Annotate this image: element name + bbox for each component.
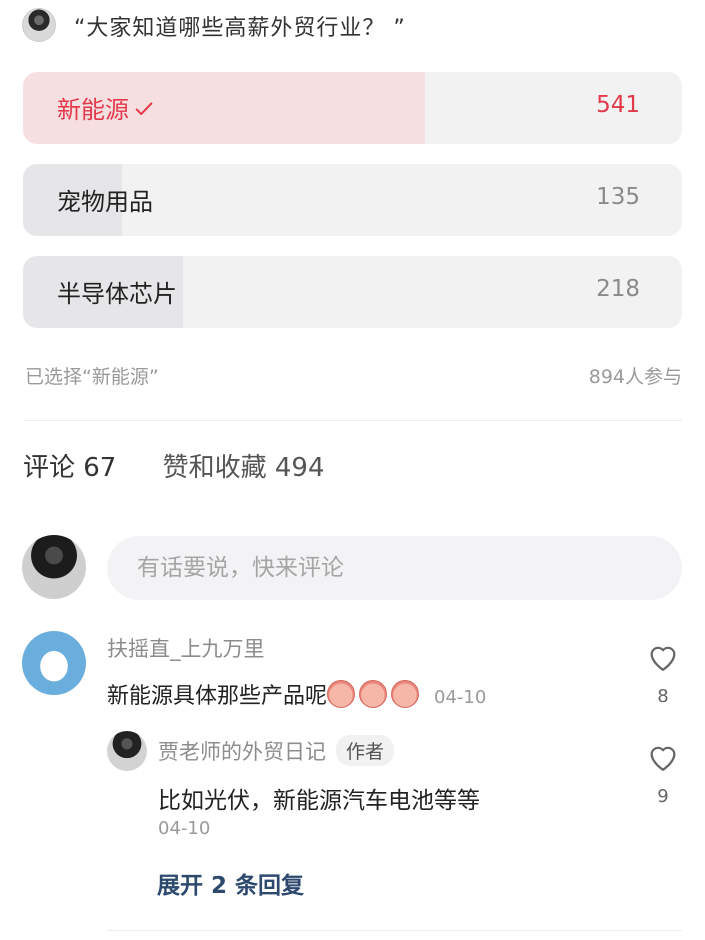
current-user-avatar[interactable] [22, 535, 86, 599]
poll-question: “大家知道哪些高薪外贸行业？ ” [74, 16, 406, 41]
reply-text: 比如光伏，新能源汽车电池等等 [158, 788, 480, 814]
comment-username[interactable]: 扶摇直_上九万里 [107, 633, 265, 663]
poll-option-count: 135 [596, 184, 640, 210]
crying-face-icon [327, 680, 356, 708]
poll-option-label: 新能源 [57, 90, 155, 125]
poll-option-new-energy[interactable]: 新能源 541 [23, 72, 682, 144]
reply-author-avatar[interactable] [107, 731, 147, 771]
poll-option-count: 218 [596, 276, 640, 302]
like-heart-icon[interactable] [646, 741, 680, 773]
poll-option-label: 半导体芯片 [57, 280, 177, 308]
like-heart-icon[interactable] [646, 641, 680, 673]
poll-option-count: 541 [596, 92, 640, 118]
crying-face-icon [359, 680, 388, 708]
like-count: 8 [657, 686, 669, 707]
comment-text-body: 新能源具体那些产品呢 [107, 684, 328, 709]
comment-text: 新能源具体那些产品呢 04-10 [107, 678, 486, 710]
comment-tabs: 评论 67 赞和收藏 494 [23, 447, 363, 484]
poll-author-avatar[interactable] [22, 8, 56, 42]
poll-participants: 894人参与 [588, 366, 682, 388]
poll-selected-text: 已选择“新能源” [25, 366, 159, 388]
comment-date: 04-10 [434, 687, 487, 708]
tab-comments[interactable]: 评论 67 [23, 447, 116, 484]
poll-option-label: 宠物用品 [57, 188, 153, 216]
poll-option-semiconductor[interactable]: 半导体芯片 218 [23, 256, 682, 328]
checkmark-icon [135, 102, 153, 116]
divider [23, 420, 682, 421]
poll-option-pet-supplies[interactable]: 宠物用品 135 [23, 164, 682, 236]
divider [107, 930, 682, 931]
reply-username[interactable]: 贾老师的外贸日记 [158, 740, 326, 764]
like-count: 9 [657, 786, 669, 807]
crying-face-icon [391, 680, 420, 708]
reply-username-row: 贾老师的外贸日记 作者 [158, 735, 395, 766]
commenter-avatar[interactable] [22, 631, 86, 695]
author-badge: 作者 [336, 735, 395, 766]
comment-input[interactable] [107, 536, 682, 600]
expand-replies-link[interactable]: 展开 2 条回复 [157, 866, 304, 900]
tab-likes-favorites[interactable]: 赞和收藏 494 [163, 447, 325, 484]
reply-date: 04-10 [158, 818, 211, 839]
